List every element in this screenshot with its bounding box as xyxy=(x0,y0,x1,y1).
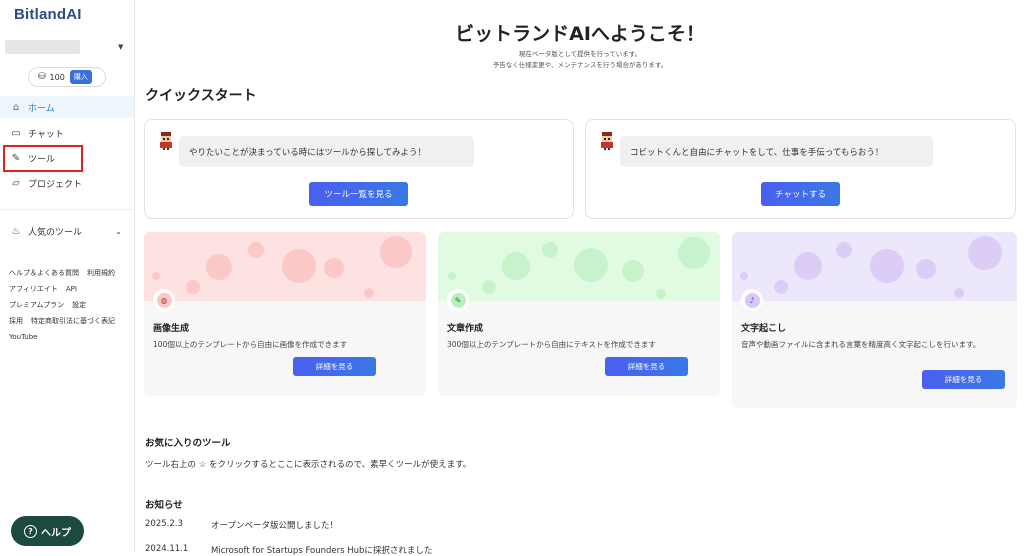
feature-description: 音声や動画ファイルに含まれる言葉を精度高く文字起こしを行います。 xyxy=(741,340,981,349)
news-date: 2025.2.3 xyxy=(145,519,183,529)
link-youtube[interactable]: YouTube xyxy=(9,333,37,341)
folder-icon: ▱ xyxy=(12,177,20,189)
link-api[interactable]: API xyxy=(66,285,77,293)
sidebar-item-label: チャット xyxy=(28,129,64,140)
link-settings[interactable]: 設定 xyxy=(72,301,86,309)
link-premium-plan[interactable]: プレミアムプラン xyxy=(9,301,64,309)
news-item[interactable]: 2025.2.3 オープンベータ版公開しました！ xyxy=(145,519,338,531)
beta-notice: 現在ベータ版として提供を行っています。 xyxy=(518,50,642,58)
feature-title: 文章作成 xyxy=(447,324,484,334)
mascot-message: やりたいことが決まっている時にはツールから探してみよう！ xyxy=(179,136,474,167)
home-icon: ⌂ xyxy=(12,101,20,113)
link-affiliate[interactable]: アフィリエイト xyxy=(9,285,58,293)
page-title: ビットランドAIへようこそ！ xyxy=(455,23,705,45)
question-icon: ? xyxy=(24,524,37,538)
sidebar-divider xyxy=(0,209,134,210)
feature-card-transcription[interactable]: ♪ 文字起こし 音声や動画ファイルに含まれる言葉を精度高く文字起こしを行います。… xyxy=(732,232,1017,408)
details-button[interactable]: 詳細を見る xyxy=(605,357,688,376)
view-tools-button[interactable]: ツール一覧を見る xyxy=(309,182,408,206)
news-date: 2024.11.1 xyxy=(145,544,189,554)
popular-tools-label: 人気のツール xyxy=(28,227,83,238)
details-button[interactable]: 詳細を見る xyxy=(922,370,1005,389)
news-text: Microsoft for Startups Founders Hubに採択され… xyxy=(211,546,433,556)
mascot-avatar-icon xyxy=(601,132,613,150)
sidebar-item-label: ホーム xyxy=(28,103,55,114)
chat-icon: ▭ xyxy=(11,127,21,139)
news-title: お知らせ xyxy=(145,500,183,511)
main-content: ビットランドAIへようこそ！ 現在ベータ版として提供を行っています。 予告なく仕… xyxy=(136,0,1024,556)
favorites-title: お気に入りのツール xyxy=(145,438,231,449)
feature-card-image-generation[interactable]: ◍ 画像生成 100個以上のテンプレートから自由に画像を作成できます 詳細を見る xyxy=(144,232,426,396)
caret-down-icon[interactable]: ▼ xyxy=(118,43,123,51)
sidebar-item-home[interactable]: ⌂ ホーム xyxy=(0,96,134,118)
coins-icon: ⛁ xyxy=(38,72,46,82)
link-legal-notice[interactable]: 特定商取引法に基づく表記 xyxy=(31,317,115,325)
flame-icon: ♨ xyxy=(11,225,21,237)
quickstart-title: クイックスタート xyxy=(145,88,257,104)
account-selector[interactable] xyxy=(5,40,80,54)
news-item[interactable]: 2024.11.1 Microsoft for Startups Founder… xyxy=(145,544,432,556)
feature-title: 文字起こし xyxy=(741,324,787,334)
sidebar-item-projects[interactable]: ▱ プロジェクト xyxy=(0,172,134,194)
feature-banner xyxy=(144,232,426,301)
help-button[interactable]: ? ヘルプ xyxy=(11,516,84,546)
mascot-avatar-icon xyxy=(160,132,172,150)
news-text: オープンベータ版公開しました！ xyxy=(211,521,338,531)
credit-balance: ⛁ 100 購入 xyxy=(28,67,106,87)
feature-icon-wrap: ♪ xyxy=(741,289,763,311)
link-terms[interactable]: 利用規約 xyxy=(87,269,115,277)
mascot-message: コビットくんと自由にチャットをして、仕事を手伝ってもらおう！ xyxy=(620,136,933,167)
buy-credits-button[interactable]: 購入 xyxy=(69,70,92,84)
feature-icon-wrap: ◍ xyxy=(153,289,175,311)
feature-banner xyxy=(438,232,720,301)
sidebar: BitlandAI ▼ ⛁ 100 購入 ⌂ ホーム ▭ チャット ✎ ツール … xyxy=(0,0,135,553)
start-chat-button[interactable]: チャットする xyxy=(761,182,840,206)
help-label: ヘルプ xyxy=(41,527,71,539)
footer-links: ヘルプ＆よくある質問 利用規約 アフィリエイト API プレミアムプラン 設定 採用特… xyxy=(9,265,134,345)
details-button[interactable]: 詳細を見る xyxy=(293,357,376,376)
chevron-down-icon: ⌄ xyxy=(115,226,122,236)
favorites-empty-text: ツール右上の ☆ をクリックするとここに表示されるので、素早くツールが使えます。 xyxy=(145,460,472,470)
maintenance-notice: 予告なく仕様変更や、メンテナンスを行う場合があります。 xyxy=(492,61,668,69)
link-careers[interactable]: 採用 xyxy=(9,317,23,325)
feature-icon-wrap: ✎ xyxy=(447,289,469,311)
feature-title: 画像生成 xyxy=(153,324,190,334)
app-logo[interactable]: BitlandAI xyxy=(14,6,82,23)
sidebar-item-chat[interactable]: ▭ チャット xyxy=(0,122,134,144)
highlight-annotation xyxy=(3,145,83,172)
feature-description: 100個以上のテンプレートから自由に画像を作成できます xyxy=(153,340,348,349)
credit-count: 100 xyxy=(49,72,65,82)
quickstart-card-tools: やりたいことが決まっている時にはツールから探してみよう！ ツール一覧を見る xyxy=(144,119,574,219)
feature-card-text-writing[interactable]: ✎ 文章作成 300個以上のテンプレートから自由にテキストを作成できます 詳細を… xyxy=(438,232,720,396)
popular-tools-toggle[interactable]: ♨ 人気のツール ⌄ xyxy=(0,220,134,242)
link-help-faq[interactable]: ヘルプ＆よくある質問 xyxy=(9,269,79,277)
feature-description: 300個以上のテンプレートから自由にテキストを作成できます xyxy=(447,340,656,349)
quickstart-card-chat: コビットくんと自由にチャットをして、仕事を手伝ってもらおう！ チャットする xyxy=(585,119,1016,219)
pen-icon: ✎ xyxy=(450,292,466,308)
palette-icon: ◍ xyxy=(156,292,172,308)
sidebar-item-label: プロジェクト xyxy=(28,179,83,190)
microphone-icon: ♪ xyxy=(744,292,760,308)
feature-banner xyxy=(732,232,1017,301)
